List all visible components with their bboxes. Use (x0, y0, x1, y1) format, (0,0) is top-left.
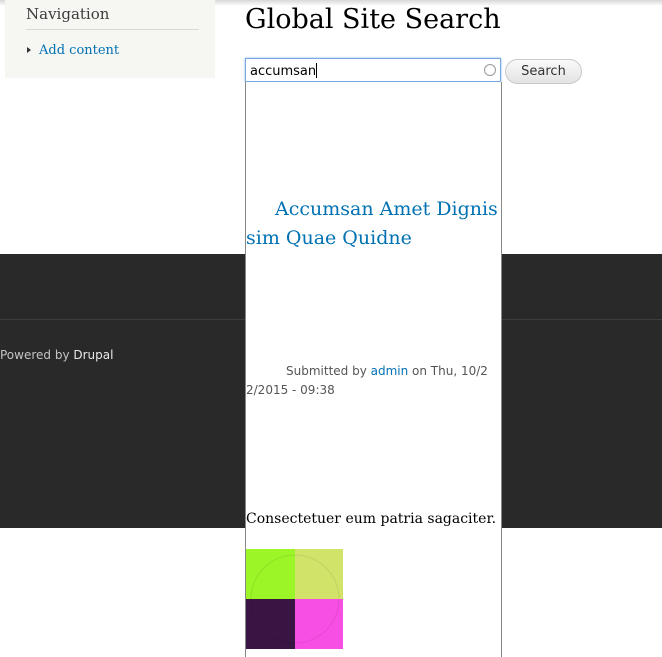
thumbnail-quadrant-br (295, 599, 343, 649)
submitted-info: Submitted by admin on Thu, 10/22/2015 - … (246, 364, 488, 397)
result-thumbnail (246, 549, 343, 649)
throbber-icon (484, 64, 496, 76)
sidebar-title: Navigation (26, 5, 110, 23)
thumbnail-quadrant-bl (246, 599, 295, 649)
thumbnail-quadrant-tr (295, 549, 343, 599)
powered-by-text: Powered by Drupal (0, 348, 114, 362)
search-input-value: accumsan (250, 63, 318, 79)
search-button[interactable]: Search (505, 59, 582, 84)
thumbnail-quadrant-tl (246, 549, 295, 599)
sidebar-item-label: Add content (39, 43, 120, 58)
drupal-link[interactable]: Drupal (73, 348, 113, 362)
autocomplete-dropdown: Accumsan Amet Dignissim Quae Quidne Subm… (245, 82, 502, 657)
result-teaser: Consectetuer eum patria sagaciter. (246, 511, 497, 527)
author-link[interactable]: admin (371, 364, 409, 378)
page-title: Global Site Search (245, 4, 501, 35)
sidebar-item-add-content[interactable]: Add content (27, 43, 119, 58)
sidebar-navigation-block: Navigation Add content (5, 0, 215, 78)
search-input[interactable]: accumsan (245, 58, 501, 82)
autocomplete-result-title[interactable]: Accumsan Amet Dignissim Quae Quidne (246, 195, 498, 253)
text-cursor (316, 63, 318, 78)
sidebar-divider (26, 29, 199, 30)
triangle-bullet-icon (27, 47, 31, 53)
